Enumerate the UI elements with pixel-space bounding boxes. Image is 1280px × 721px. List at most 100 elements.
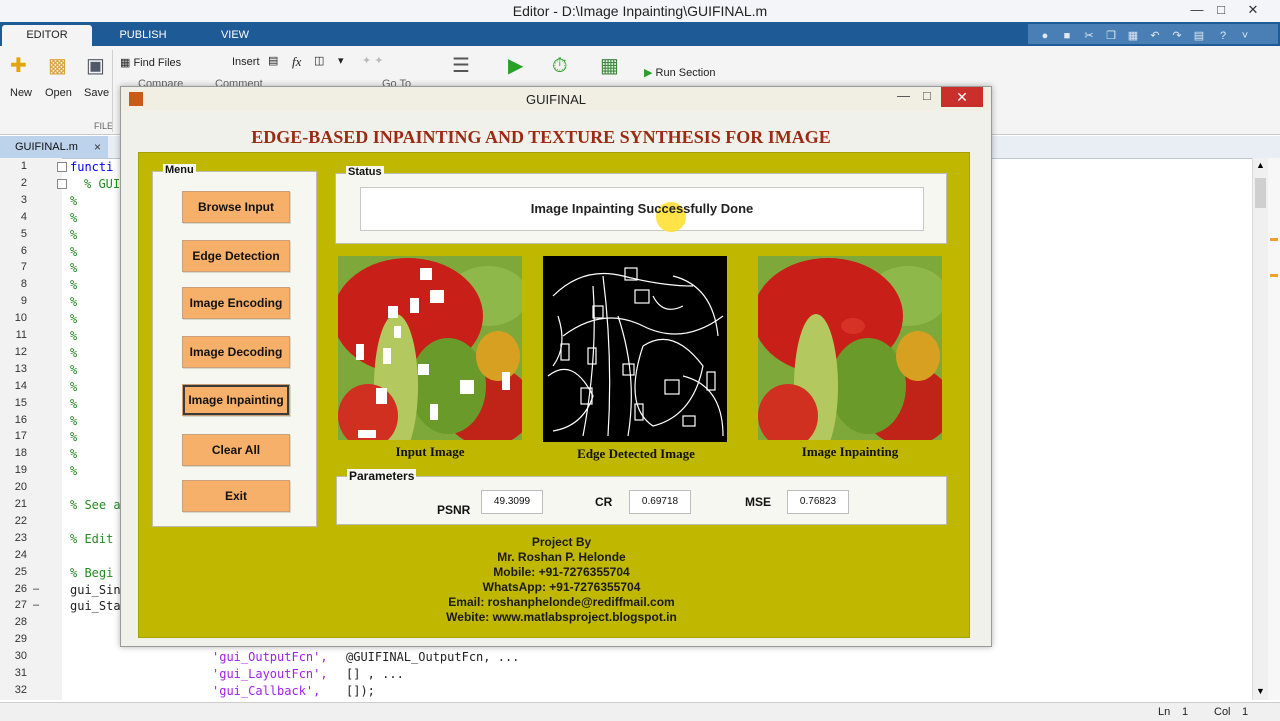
expand-icon[interactable]: ˅ [1238,29,1252,43]
code-line: @GUIFINAL_OutputFcn, ... [346,650,520,665]
run-and-time-icon[interactable]: ▦ [600,54,619,78]
mse-field[interactable]: 0.76823 [787,490,849,514]
code-line: 'gui_LayoutFcn', [212,667,328,681]
inpainted-image-caption: Image Inpainting [801,444,899,459]
dropdown-arrow-icon[interactable]: ▾ [338,54,344,67]
analyzer-marker[interactable] [1270,238,1278,241]
line-value: 1 [1182,706,1189,718]
code-line: % [70,278,78,293]
fold-toggle-icon[interactable] [57,162,67,172]
image-decoding-button[interactable]: Image Decoding [182,336,290,368]
credit-line: Email: roshanphelonde@rediffmail.com [448,595,675,609]
edge-detection-button[interactable]: Edge Detection [182,240,290,272]
edge-image-caption: Edge Detected Image [577,446,695,461]
help-icon[interactable]: ? [1216,29,1230,43]
editor-titlebar: Editor - D:\Image Inpainting\GUIFINAL.m … [0,0,1280,22]
code-line: % [70,261,78,276]
ribbon-tabstrip: EDITOR PUBLISH VIEW ● ■ ✂ ❐ ▦ ↶ ↷ ▤ ? ˅ [0,22,1280,46]
credit-line: Mr. Roshan P. Helonde [497,550,626,564]
save-label[interactable]: Save [84,87,109,99]
vertical-scrollbar[interactable]: ▲ ▼ [1252,158,1269,700]
run-section-icon: ▶ [644,67,653,79]
scroll-down-icon[interactable]: ▼ [1256,686,1265,696]
code-line: % [70,413,78,428]
run-section-button[interactable]: ▶ Run Section [644,66,715,79]
image-inpainting-button[interactable]: Image Inpainting [182,384,290,416]
ribbon-divider [112,50,113,132]
quick-access-toolbar: ● ■ ✂ ❐ ▦ ↶ ↷ ▤ ? ˅ [1028,24,1278,44]
copy-icon[interactable]: ❐ [1104,29,1118,43]
guifinal-titlebar: GUIFINAL — □ ✕ [121,87,991,111]
gui-minimize-icon[interactable]: — [897,88,910,103]
psnr-label: PSNR [437,503,471,517]
line-label: Ln [1158,706,1171,718]
credit-line: Mobile: +91-7276355704 [493,565,630,579]
edge-detected-image [543,256,727,442]
credit-line: Project By [531,535,592,549]
cut-icon[interactable]: ✂ [1082,29,1096,43]
gui-maximize-icon[interactable]: □ [923,88,931,103]
gui-close-icon[interactable]: ✕ [941,87,983,107]
editor-statusbar: Ln 1 Col 1 [0,702,1280,721]
open-folder-icon[interactable]: ▩ [48,54,67,78]
guifinal-title: GUIFINAL [526,92,586,107]
browse-input-button[interactable]: Browse Input [182,191,290,223]
tab-editor[interactable]: EDITOR [2,25,92,46]
search-icon[interactable]: ● [1038,29,1052,43]
find-files-button[interactable]: ▦ Find Files [120,56,181,69]
code-line: % [70,329,78,343]
scroll-up-icon[interactable]: ▲ [1256,160,1265,170]
function-icon[interactable]: fx [292,54,301,70]
breakpoints-icon[interactable]: ☰ [452,54,470,78]
analyzer-marker[interactable] [1270,274,1278,277]
insert-button[interactable]: Insert [232,56,260,68]
psnr-field[interactable]: 49.3099 [481,490,543,514]
status-panel-title: Status [346,166,384,178]
file-section-label: FILE [94,121,114,131]
tab-view[interactable]: VIEW [192,25,278,46]
status-panel: Status Image Inpainting Successfully Don… [335,166,947,244]
tab-publish[interactable]: PUBLISH [98,25,188,46]
code-line: % [70,379,78,394]
paste-icon[interactable]: ▦ [1126,29,1140,43]
minimize-icon[interactable]: — [1186,2,1208,18]
switch-windows-icon[interactable]: ▤ [1192,29,1206,43]
guifinal-window: GUIFINAL — □ ✕ EDGE-BASED INPAINTING AND… [120,86,992,647]
mse-label: MSE [745,495,772,509]
status-text: Image Inpainting Successfully Done [530,201,754,216]
code-line: % [70,295,78,310]
scroll-thumb[interactable] [1255,178,1266,208]
code-line: % [70,244,78,259]
code-line: gui_Sta [70,599,121,614]
code-line: gui_Sin [70,582,121,597]
code-line: % [70,210,78,225]
code-line: % [70,193,78,208]
cr-field[interactable]: 0.69718 [629,490,691,514]
new-icon[interactable]: ✚ [10,54,27,78]
run-icon[interactable]: ▶ [508,54,523,78]
document-tab-guifinal[interactable]: GUIFINAL.m [0,136,108,158]
new-label[interactable]: New [10,87,32,99]
close-tab-icon[interactable]: × [94,136,101,158]
image-encoding-button[interactable]: Image Encoding [182,287,290,319]
run-advance-icon[interactable]: ⏱ [552,54,568,78]
maximize-icon[interactable]: □ [1210,2,1232,18]
close-icon[interactable]: ✕ [1242,2,1264,18]
toggle-icon[interactable]: ◫ [314,54,324,67]
menu-panel-title: Menu [163,164,196,176]
undo-icon[interactable]: ↶ [1148,29,1162,43]
code-line: functi [70,160,114,174]
fold-toggle-icon[interactable] [57,178,67,189]
format-icon[interactable]: ▤ [268,54,278,67]
input-image [338,256,522,440]
code-line: % [70,464,78,479]
save-icon[interactable]: ■ [1060,29,1074,43]
code-line: 'gui_Callback', [212,683,321,698]
save-disk-icon[interactable]: ▣ [86,54,105,78]
column-value: 1 [1242,706,1249,718]
open-label[interactable]: Open [45,87,72,99]
clear-all-button[interactable]: Clear All [182,434,290,466]
redo-icon[interactable]: ↷ [1170,29,1184,43]
document-tab-label: GUIFINAL.m [15,141,78,153]
exit-button[interactable]: Exit [182,480,290,512]
